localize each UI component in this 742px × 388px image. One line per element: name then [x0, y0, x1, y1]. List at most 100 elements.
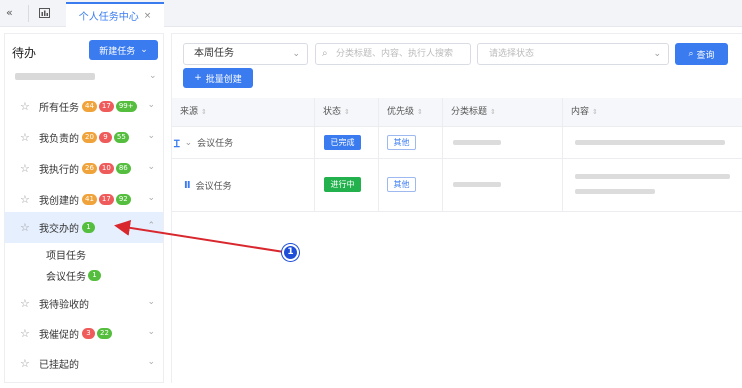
count-badge: 41 — [82, 194, 97, 205]
top-tab-bar: « 个人任务中心 × — [0, 0, 742, 27]
status-select-placeholder: 请选择状态 — [489, 49, 535, 59]
count-badge: 3 — [82, 328, 95, 339]
search-icon: ⌕ — [322, 48, 328, 59]
tree-icon: Ⅱ — [184, 179, 191, 191]
batch-create-label: 批量创建 — [205, 74, 242, 85]
star-icon[interactable]: ☆ — [20, 131, 32, 144]
sort-icon[interactable]: ⇕ — [344, 108, 350, 116]
sidebar-item[interactable]: ☆ 我催促的 3 22 ⌄ — [5, 318, 163, 349]
star-icon[interactable]: ☆ — [20, 327, 32, 340]
batch-create-button[interactable]: + 批量创建 — [183, 68, 253, 88]
tree-icon: Ɪ — [174, 138, 180, 150]
count-badge: 1 — [88, 270, 101, 281]
sidebar-title: 待办 — [12, 46, 37, 60]
sidebar-item[interactable]: ☆ 我负责的 20 9 55 ⌄ — [5, 122, 163, 153]
count-badge: 17 — [98, 101, 114, 112]
sort-icon[interactable]: ⇕ — [417, 108, 423, 116]
sort-icon[interactable]: ⇕ — [490, 108, 496, 116]
sidebar-item[interactable]: ☆ 所有任务 44 17 99+ ⌄ — [5, 91, 163, 122]
status-badge: 进行中 — [324, 177, 361, 192]
count-badge: 99+ — [115, 101, 137, 112]
divider — [28, 5, 29, 22]
status-badge: 已完成 — [324, 135, 361, 150]
double-chevron-left-icon[interactable]: « — [6, 6, 22, 20]
table-header: 来源 ⇕ 状态 ⇕ 优先级 ⇕ 分类标题 ⇕ 内容 ⇕ — [172, 98, 742, 127]
sidebar-item[interactable]: ☆ 已挂起的 ⌄ — [5, 348, 163, 379]
sidebar-item-label: 所有任务 — [39, 103, 79, 114]
source-cell: 会议任务 — [195, 181, 232, 192]
count-badge: 86 — [115, 163, 131, 174]
sidebar-subitem-label: 项目任务 — [46, 251, 86, 262]
sidebar-item-label: 我催促的 — [39, 330, 79, 341]
chevron-down-icon[interactable]: ⌄ — [147, 357, 155, 367]
chevron-down-icon[interactable]: ⌄ — [147, 162, 155, 172]
chevron-down-icon[interactable]: ⌄ — [149, 71, 157, 81]
source-cell: 会议任务 — [197, 139, 234, 149]
sidebar-subitem-label: 会议任务 — [46, 272, 86, 283]
period-select[interactable]: 本周任务 ⌄ — [183, 43, 308, 65]
status-select[interactable]: 请选择状态 ⌄ — [477, 43, 669, 65]
star-icon[interactable]: ☆ — [20, 193, 32, 206]
tab-label: 个人任务中心 — [78, 12, 139, 23]
chevron-down-icon[interactable]: ⌄ — [147, 131, 155, 141]
chevron-down-icon[interactable]: ⌄ — [147, 297, 155, 307]
priority-badge: 其他 — [387, 135, 416, 150]
table-row[interactable]: Ɪ ⌄ 会议任务 已完成 其他 — [172, 127, 742, 159]
chevron-down-icon: ⌄ — [140, 45, 148, 55]
sort-icon[interactable]: ⇕ — [201, 108, 207, 116]
priority-badge: 其他 — [387, 177, 416, 192]
chart-icon[interactable] — [39, 8, 50, 18]
count-badge: 10 — [98, 163, 114, 174]
column-header-content[interactable]: 内容 ⇕ — [563, 98, 742, 127]
search-placeholder: 分类标题、内容、执行人搜索 — [336, 49, 454, 59]
star-icon[interactable]: ☆ — [20, 221, 32, 234]
column-header-category[interactable]: 分类标题 ⇕ — [443, 98, 563, 127]
count-badge: 92 — [115, 194, 131, 205]
count-badge: 9 — [98, 132, 112, 143]
sidebar-item-label: 我待验收的 — [39, 300, 89, 311]
redacted-content — [575, 140, 725, 145]
column-header-status[interactable]: 状态 ⇕ — [315, 98, 379, 127]
period-select-value: 本周任务 — [194, 48, 234, 59]
tab-personal-task-center[interactable]: 个人任务中心 × — [66, 2, 164, 27]
plus-icon: + — [194, 73, 202, 83]
chevron-down-icon[interactable]: ⌄ — [147, 193, 155, 203]
column-header-priority[interactable]: 优先级 ⇕ — [379, 98, 443, 127]
search-icon: ⌕ — [688, 49, 694, 59]
chevron-down-icon[interactable]: ⌄ — [147, 100, 155, 110]
chevron-down-icon[interactable]: ⌄ — [147, 327, 155, 337]
star-icon[interactable]: ☆ — [20, 100, 32, 113]
sidebar-item[interactable]: ☆ 我待验收的 ⌄ — [5, 288, 163, 319]
sort-icon[interactable]: ⇕ — [592, 108, 598, 116]
chevron-down-icon[interactable]: ⌄ — [185, 138, 193, 148]
sidebar-item[interactable]: ☆ 我执行的 26 10 86 ⌄ — [5, 153, 163, 184]
count-badge: 1 — [82, 222, 95, 233]
table-row[interactable]: Ⅱ 会议任务 进行中 其他 — [172, 159, 742, 212]
count-badge: 22 — [97, 328, 112, 339]
star-icon[interactable]: ☆ — [20, 357, 32, 370]
new-task-label: 新建任务 — [99, 46, 136, 57]
main-content: 本周任务 ⌄ ⌕ 分类标题、内容、执行人搜索 请选择状态 ⌄ ⌕ 查询 + 批量… — [171, 33, 742, 383]
close-icon[interactable]: × — [144, 11, 152, 21]
sidebar-item[interactable]: ☆ 我创建的 41 17 92 ⌄ — [5, 184, 163, 215]
chevron-up-icon[interactable]: ⌃ — [147, 221, 155, 231]
redacted-category — [453, 182, 501, 187]
column-header-source[interactable]: 来源 ⇕ — [172, 98, 315, 127]
sidebar-item-label: 我负责的 — [39, 134, 79, 145]
sidebar-item[interactable]: ☆ 我交办的 1 ⌃ — [5, 212, 163, 243]
sidebar-item-label: 我交办的 — [39, 224, 79, 235]
user-selector-redacted[interactable] — [15, 73, 95, 80]
count-badge: 17 — [98, 194, 114, 205]
search-input[interactable]: ⌕ 分类标题、内容、执行人搜索 — [315, 43, 471, 65]
query-label: 查询 — [696, 50, 715, 61]
sidebar-item-label: 我执行的 — [39, 165, 79, 176]
new-task-button[interactable]: 新建任务 ⌄ — [89, 40, 158, 60]
sidebar-subitem[interactable]: 项目任务 — [46, 247, 86, 262]
star-icon[interactable]: ☆ — [20, 297, 32, 310]
query-button[interactable]: ⌕ 查询 — [675, 43, 728, 65]
count-badge: 55 — [113, 132, 129, 143]
count-badge: 20 — [82, 132, 97, 143]
count-badge: 26 — [82, 163, 97, 174]
star-icon[interactable]: ☆ — [20, 162, 32, 175]
sidebar-subitem[interactable]: 会议任务 1 — [46, 268, 103, 283]
